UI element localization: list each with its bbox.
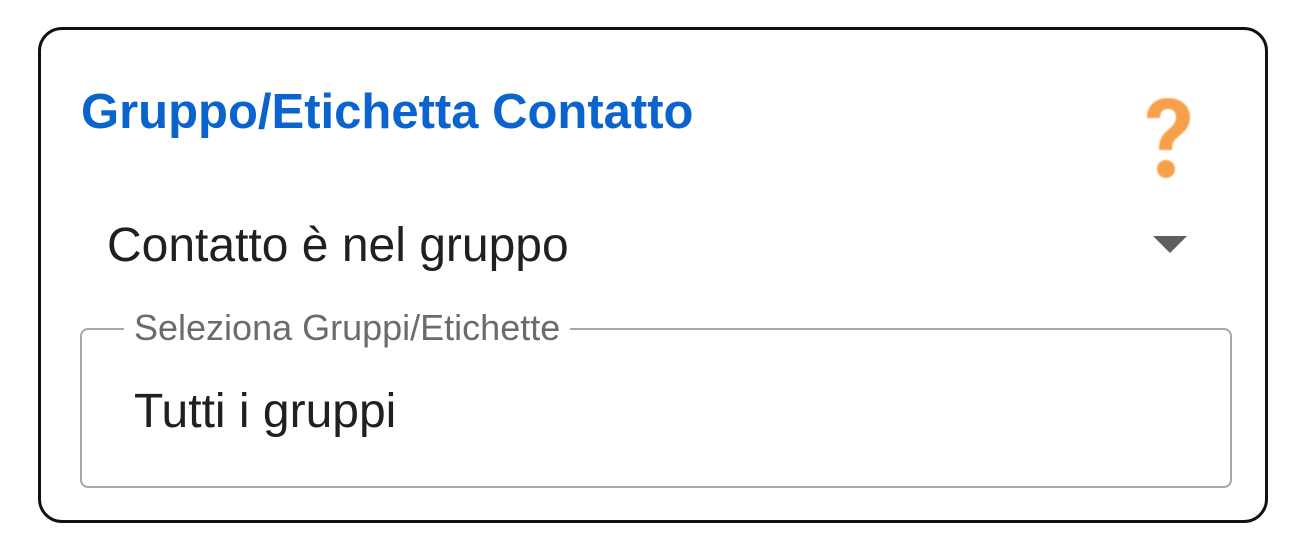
question-mark-icon bbox=[1147, 98, 1190, 178]
contact-group-card: Gruppo/Etichetta Contatto Contatto è nel… bbox=[38, 27, 1268, 523]
help-question-icon[interactable] bbox=[1133, 92, 1199, 184]
groups-field-value: Tutti i gruppi bbox=[134, 385, 397, 438]
dropdown-arrow-icon bbox=[1153, 236, 1187, 253]
groups-field-label: Seleziona Gruppi/Etichette bbox=[124, 308, 571, 348]
condition-selected-value: Contatto è nel gruppo bbox=[107, 219, 569, 272]
card-title: Gruppo/Etichetta Contatto bbox=[81, 85, 694, 139]
condition-dropdown[interactable]: Contatto è nel gruppo bbox=[107, 210, 1187, 282]
select-groups-field[interactable]: Seleziona Gruppi/Etichette Tutti i grupp… bbox=[80, 308, 1232, 488]
